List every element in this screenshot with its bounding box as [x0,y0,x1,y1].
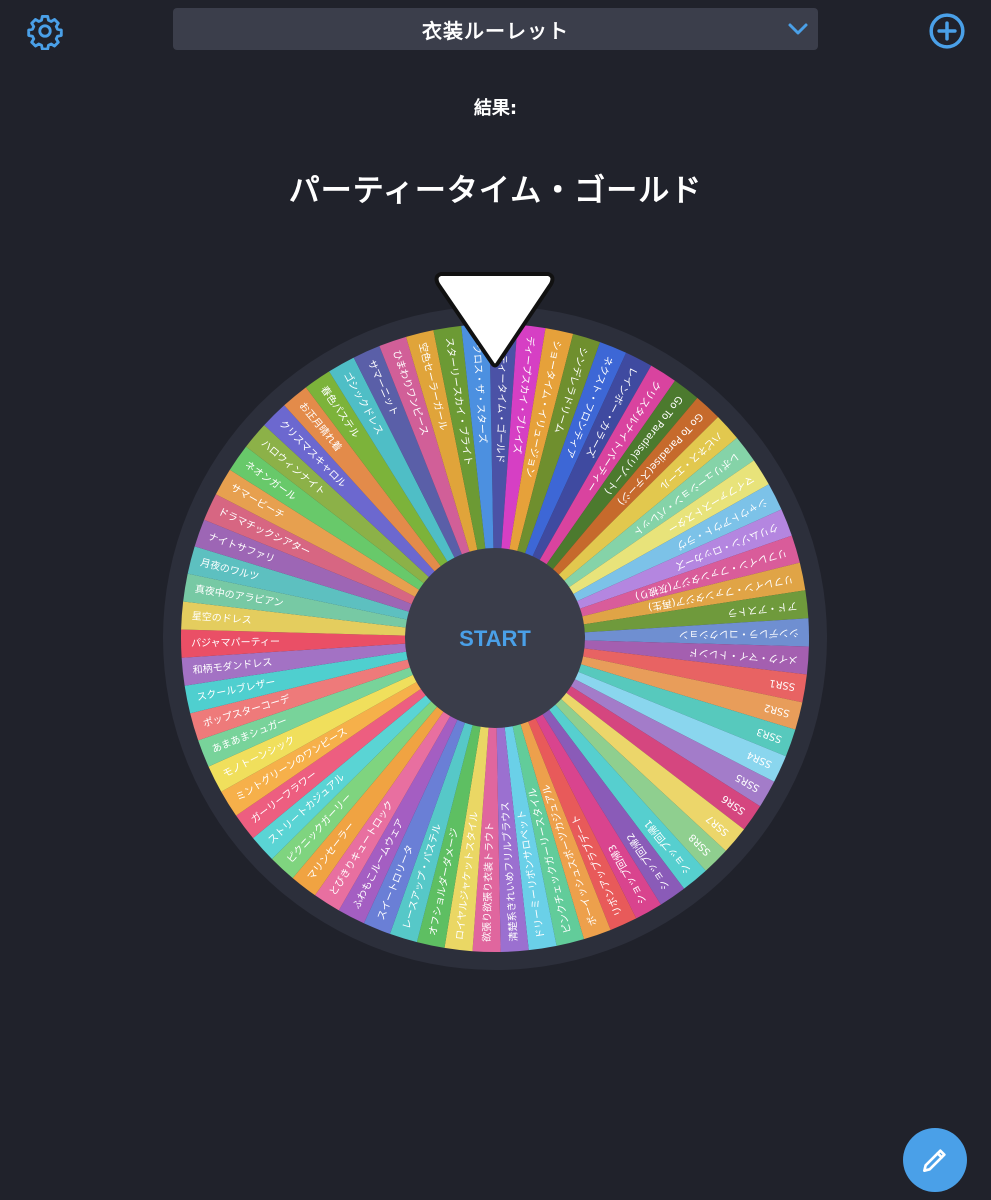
roulette-title: 衣装ルーレット [422,18,569,43]
chevron-down-icon [788,23,808,35]
wheel-graphic: パーティータイム・ゴールド ディープスカイ・ブレイズショータイム・イリュージョンシ… [163,272,827,970]
wheel-segment-label: パジャマパーティー [191,636,280,650]
roulette-selector[interactable]: 衣装ルーレット [173,8,818,50]
gear-icon [27,15,63,50]
plus-circle-icon [929,13,965,49]
start-button-label[interactable]: START [459,626,531,651]
edit-button[interactable] [903,1128,967,1192]
result-label: 結果: [473,98,518,119]
pencil-icon [923,1149,946,1172]
result-value: パーティータイム・ゴールド [288,173,703,209]
settings-button[interactable] [22,8,68,54]
add-roulette-button[interactable] [924,8,970,54]
roulette-wheel[interactable]: パーティータイム・ゴールド ディープスカイ・ブレイズ ショータイム・イリュージョンシ… [0,260,991,980]
